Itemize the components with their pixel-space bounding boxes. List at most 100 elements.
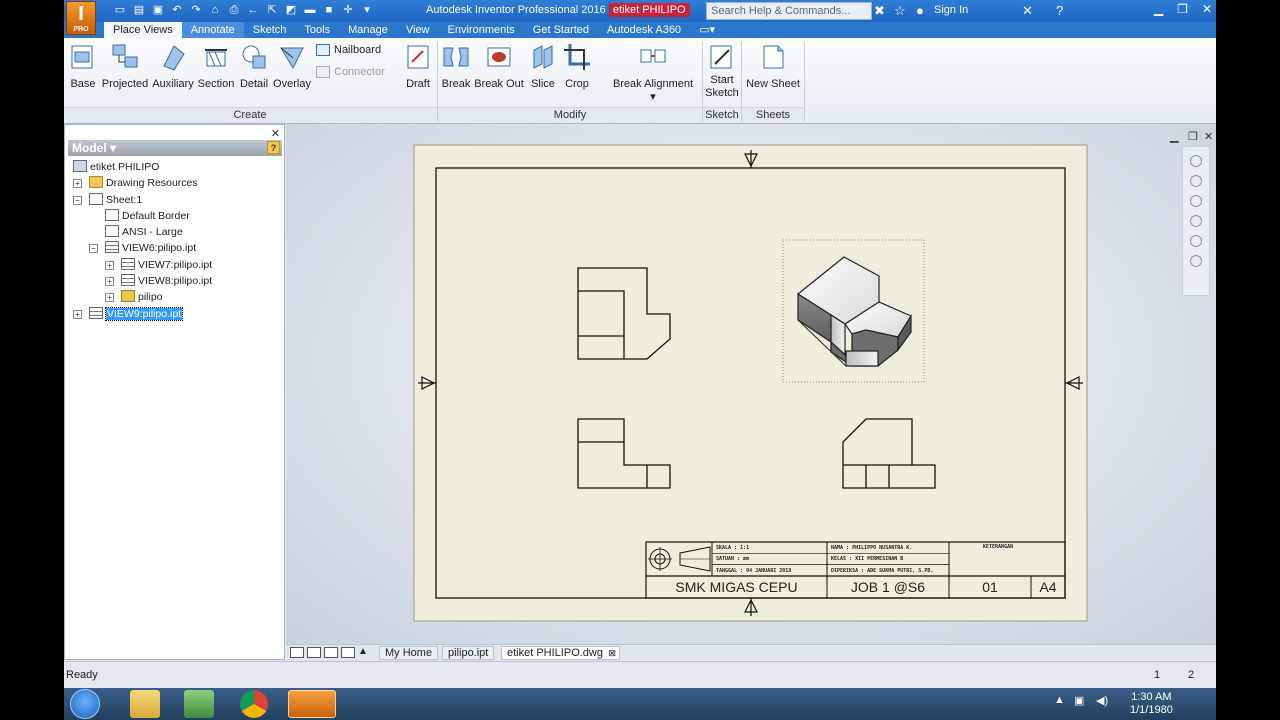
tray-expand-icon[interactable]: ▲: [1054, 694, 1065, 706]
overlay-button[interactable]: Overlay: [272, 38, 312, 90]
tab-manage[interactable]: Manage: [339, 22, 397, 38]
break-button[interactable]: Break: [440, 38, 472, 90]
tree-node-view9[interactable]: + VIEW9:pilipo.ipt: [73, 306, 212, 322]
color-icon[interactable]: ■: [321, 3, 337, 18]
start-button[interactable]: [70, 689, 100, 719]
tab-place-views[interactable]: Place Views: [104, 22, 182, 38]
cascade-layout-icon[interactable]: [290, 647, 304, 658]
crop-button[interactable]: Crop: [562, 38, 592, 90]
home-icon[interactable]: ⌂: [207, 3, 223, 18]
orbit-icon[interactable]: [1190, 255, 1202, 267]
view-icon: [121, 257, 135, 270]
undo-icon[interactable]: ↶: [169, 3, 185, 18]
tree-node-drawing-resources[interactable]: + Drawing Resources: [73, 175, 212, 191]
ribbon-options-icon[interactable]: ▭▾: [690, 22, 724, 38]
search-input[interactable]: Search Help & Commands...: [706, 2, 872, 20]
detail-button[interactable]: Detail: [238, 38, 270, 90]
expand-icon[interactable]: +: [105, 293, 114, 303]
back-icon[interactable]: ←: [245, 3, 261, 18]
date-row: TANGGAL : 04 JANUARI 2018: [716, 567, 792, 574]
tree-node-view7[interactable]: + VIEW7:pilipo.ipt: [73, 257, 212, 273]
graphics-window[interactable]: ▁ ❐ ✕ SKALA: 1:1 SATUAN: mm TANGGAL: …: [286, 124, 1216, 644]
save-icon[interactable]: ▣: [150, 3, 166, 18]
expand-icon[interactable]: +: [73, 309, 82, 319]
inventor-logo[interactable]: I PRO: [66, 1, 96, 35]
zoom-window-icon[interactable]: [1190, 215, 1202, 227]
redo-icon[interactable]: ↷: [188, 3, 204, 18]
section-button[interactable]: Section: [196, 38, 236, 90]
expand-icon[interactable]: +: [105, 260, 114, 270]
explorer-taskbar-icon[interactable]: [130, 690, 160, 718]
chrome-taskbar-icon[interactable]: [240, 690, 268, 718]
close-icon[interactable]: ✕: [1202, 2, 1212, 16]
base-button[interactable]: Base: [68, 38, 98, 90]
pan-icon[interactable]: [1190, 175, 1202, 187]
tab-annotate[interactable]: Annotate: [181, 22, 244, 38]
qat-more-icon[interactable]: ▾: [359, 3, 375, 18]
tile-horizontal-icon[interactable]: [324, 647, 338, 658]
measure-icon[interactable]: ✛: [340, 3, 356, 18]
tree-node-part[interactable]: + pilipo: [73, 289, 212, 305]
tab-tools[interactable]: Tools: [295, 22, 339, 38]
expand-icon[interactable]: +: [105, 277, 114, 287]
tab-my-home[interactable]: My Home: [379, 646, 439, 660]
tab-drawing-file[interactable]: etiket PHILIPO.dwg ⊠: [501, 646, 620, 660]
model-browser: ✕ Model ▾ ? etiket PHILIPO + Drawing Res…: [64, 124, 285, 660]
binoculars-icon[interactable]: ✖: [874, 3, 885, 19]
nailboard-button[interactable]: Nailboard: [316, 44, 381, 56]
star-icon[interactable]: ☆: [894, 3, 906, 19]
select-icon[interactable]: ⇱: [264, 3, 280, 18]
exchange-icon[interactable]: ✕: [1022, 3, 1033, 19]
zoom-all-icon[interactable]: [1190, 235, 1202, 247]
new-icon[interactable]: ▭: [112, 3, 128, 18]
break-out-button[interactable]: Break Out: [474, 38, 524, 90]
slice-button[interactable]: Slice: [528, 38, 558, 90]
tab-sketch[interactable]: Sketch: [244, 22, 296, 38]
taskbar-clock[interactable]: 1:30 AM 1/1/1980: [1130, 691, 1173, 717]
new-sheet-button[interactable]: New Sheet: [746, 38, 800, 90]
expand-icon[interactable]: +: [73, 179, 82, 189]
sign-in-link[interactable]: Sign In: [934, 4, 968, 16]
tab-close-icon[interactable]: ⊠: [608, 647, 616, 660]
restore-icon[interactable]: ❐: [1177, 2, 1188, 16]
status-bar: Ready 1 2: [64, 661, 1216, 688]
browser-help-icon[interactable]: ?: [267, 141, 280, 154]
break-alignment-dropdown-icon[interactable]: ▾: [650, 91, 656, 103]
app-taskbar-icon[interactable]: [184, 690, 214, 718]
tab-a360[interactable]: Autodesk A360: [598, 22, 690, 38]
tab-get-started[interactable]: Get Started: [524, 22, 598, 38]
tile-layout-icon[interactable]: [307, 647, 321, 658]
projected-button[interactable]: Projected: [100, 38, 150, 90]
inventor-taskbar-icon[interactable]: [288, 690, 336, 718]
steering-wheel-icon[interactable]: [1190, 155, 1202, 167]
tabs-up-icon[interactable]: ▲: [358, 647, 372, 658]
tree-node-sheet[interactable]: − Sheet:1: [73, 192, 212, 208]
start-sketch-button[interactable]: Start Sketch: [704, 38, 740, 100]
collapse-icon[interactable]: −: [89, 244, 98, 254]
tree-node-view8[interactable]: + VIEW8:pilipo.ipt: [73, 273, 212, 289]
browser-header[interactable]: Model ▾ ?: [68, 140, 282, 156]
tree-node-view6[interactable]: − VIEW6:pilipo.ipt: [73, 240, 212, 256]
open-icon[interactable]: ▤: [131, 3, 147, 18]
appearance-icon[interactable]: ◩: [283, 3, 299, 18]
break-alignment-button[interactable]: Break Alignment ▾: [610, 38, 696, 103]
folder-icon[interactable]: ▬: [302, 3, 318, 18]
browser-close-icon[interactable]: ✕: [271, 127, 280, 140]
tab-environments[interactable]: Environments: [439, 22, 524, 38]
volume-icon[interactable]: ◀): [1096, 694, 1108, 707]
browser-menu-chevron-icon[interactable]: ▾: [110, 141, 116, 155]
collapse-icon[interactable]: −: [73, 195, 82, 205]
zoom-icon[interactable]: [1190, 195, 1202, 207]
auxiliary-button[interactable]: Auxiliary: [152, 38, 194, 90]
network-icon[interactable]: ▣: [1074, 694, 1084, 707]
tree-node-title-block[interactable]: ANSI - Large: [73, 224, 212, 240]
help-icon[interactable]: ?: [1056, 3, 1063, 18]
tile-vertical-icon[interactable]: [341, 647, 355, 658]
draft-view-button[interactable]: Draft: [400, 38, 436, 90]
minimize-icon[interactable]: ▁: [1154, 2, 1163, 16]
print-icon[interactable]: ⎙: [226, 3, 242, 18]
tree-node-drawing[interactable]: etiket PHILIPO: [73, 159, 212, 175]
tab-view[interactable]: View: [397, 22, 439, 38]
tab-part-file[interactable]: pilipo.ipt: [442, 646, 495, 660]
tree-node-default-border[interactable]: Default Border: [73, 208, 212, 224]
